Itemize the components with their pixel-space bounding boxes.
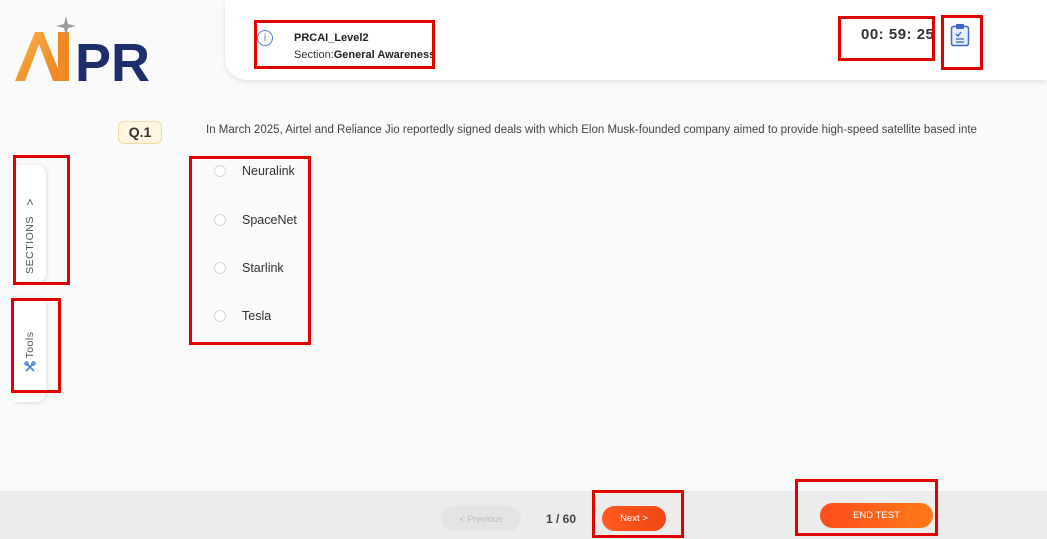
section-name: General Awareness — [333, 49, 436, 61]
logo-graphic: PR — [15, 16, 150, 93]
chevron-right-icon: > — [23, 198, 37, 206]
test-name: PRCAI_Level2 — [294, 32, 369, 44]
info-icon[interactable]: i — [257, 30, 273, 46]
option-label: Tesla — [242, 309, 272, 323]
sections-label: SECTIONS — [24, 216, 36, 274]
section-info: Section:General Awareness — [294, 49, 435, 61]
option-tesla[interactable]: Tesla — [214, 306, 271, 326]
tools-icon — [24, 361, 36, 372]
option-spacenet[interactable]: SpaceNet — [214, 210, 297, 230]
section-label: Section: — [294, 49, 334, 61]
radio-button[interactable] — [214, 214, 226, 226]
svg-text:PR: PR — [75, 33, 150, 90]
clipboard-icon[interactable] — [950, 23, 970, 52]
option-starlink[interactable]: Starlink — [214, 258, 284, 278]
tools-tab[interactable]: Tools — [14, 297, 46, 402]
tools-label: Tools — [24, 331, 36, 359]
page-counter: 1 / 60 — [546, 512, 577, 526]
end-test-button[interactable]: END TEST — [820, 503, 933, 528]
question-number: Q.1 — [118, 121, 162, 144]
question-text: In March 2025, Airtel and Reliance Jio r… — [206, 124, 977, 136]
aipr-logo: PR — [12, 10, 162, 93]
option-label: Starlink — [242, 261, 284, 275]
radio-button[interactable] — [214, 165, 226, 177]
option-label: Neuralink — [242, 164, 295, 178]
previous-button[interactable]: < Previous — [441, 506, 521, 531]
radio-button[interactable] — [214, 262, 226, 274]
option-neuralink[interactable]: Neuralink — [214, 161, 295, 181]
sections-tab[interactable]: SECTIONS > — [14, 165, 46, 283]
countdown-timer: 00: 59: 25 — [861, 26, 935, 43]
next-button[interactable]: Next > — [602, 506, 666, 531]
radio-button[interactable] — [214, 310, 226, 322]
option-label: SpaceNet — [242, 213, 297, 227]
